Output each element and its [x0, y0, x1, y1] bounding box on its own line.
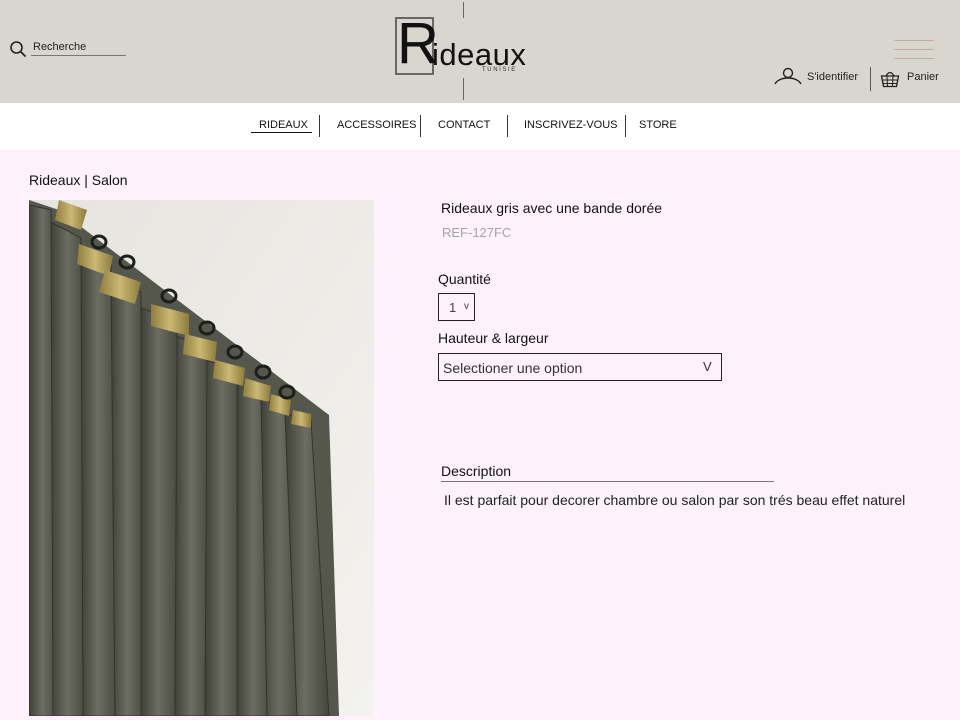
site-header: Recherche R ideaux TUNISIE S'identifier: [0, 0, 960, 103]
user-icon: [774, 67, 802, 85]
nav-item-inscrivez-vous[interactable]: INSCRIVEZ-VOUS: [524, 119, 618, 131]
breadcrumb: Rideaux | Salon: [29, 172, 128, 188]
product-page: Rideaux | Salon Rideaux gris avec une ba…: [0, 150, 960, 720]
product-image[interactable]: [29, 200, 374, 716]
search-icon[interactable]: [9, 40, 27, 58]
hamburger-menu-icon[interactable]: [894, 40, 934, 62]
header-divider: [870, 67, 871, 91]
login-label[interactable]: S'identifier: [807, 71, 858, 83]
nav-separator: [420, 115, 421, 137]
nav-item-store[interactable]: STORE: [639, 119, 677, 131]
description-title: Description: [441, 463, 512, 479]
product-ref: REF-127FC: [442, 225, 512, 240]
nav-separator: [319, 115, 320, 137]
nav-item-accessoires[interactable]: ACCESSOIRES: [337, 119, 416, 131]
quantity-select[interactable]: 1 v: [438, 293, 475, 321]
logo-subtitle: TUNISIE: [482, 67, 517, 73]
nav-separator: [507, 115, 508, 137]
nav-item-rideaux[interactable]: RIDEAUX: [259, 119, 308, 131]
nav-active-underline: [251, 132, 312, 133]
product-title: Rideaux gris avec une bande dorée: [441, 200, 663, 216]
search-underline: [31, 55, 126, 56]
description-divider: [441, 481, 774, 482]
cart-label[interactable]: Panier: [907, 71, 939, 83]
curtain-photo: [29, 200, 374, 716]
search-label[interactable]: Recherche: [33, 41, 86, 53]
logo-line-top: [463, 2, 464, 18]
quantity-value: 1: [449, 300, 457, 315]
chevron-down-icon: v: [464, 301, 469, 312]
description-text: Il est parfait pour decorer chambre ou s…: [444, 492, 906, 508]
nav-separator: [625, 115, 626, 137]
basket-icon: [880, 71, 900, 88]
size-select[interactable]: Selectioner une option V: [438, 353, 722, 381]
main-nav: RIDEAUX ACCESSOIRES CONTACT INSCRIVEZ-VO…: [0, 103, 960, 150]
nav-item-contact[interactable]: CONTACT: [438, 119, 490, 131]
site-logo[interactable]: R ideaux TUNISIE: [394, 2, 534, 102]
size-label: Hauteur & largeur: [438, 330, 549, 346]
chevron-down-icon: V: [703, 359, 712, 374]
size-placeholder: Selectioner une option: [443, 360, 583, 376]
quantity-label: Quantité: [438, 271, 491, 287]
search-box[interactable]: Recherche: [9, 40, 126, 58]
logo-line-bottom: [463, 78, 464, 100]
